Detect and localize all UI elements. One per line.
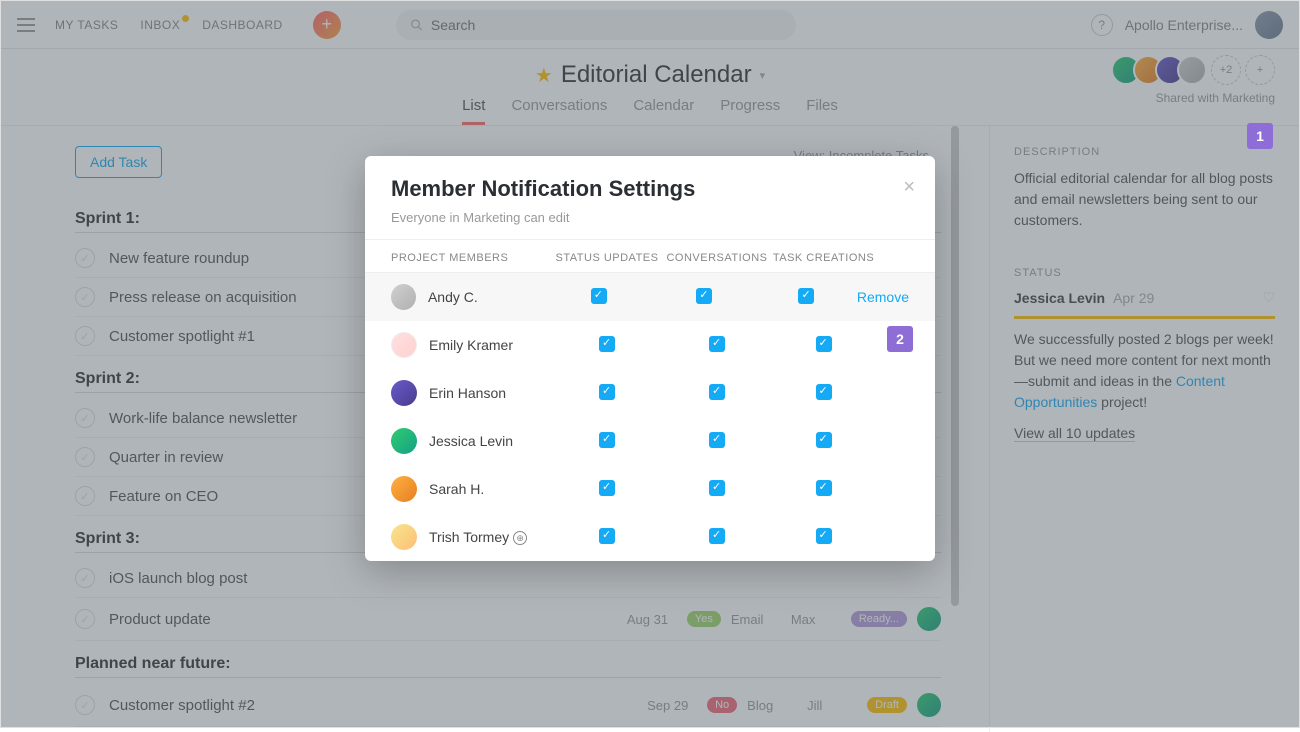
dialog-title: Member Notification Settings <box>391 176 909 202</box>
checkbox-task-creations[interactable] <box>816 384 832 400</box>
checkbox-conversations[interactable] <box>709 432 725 448</box>
checkbox-conversations[interactable] <box>709 480 725 496</box>
checkbox-status[interactable] <box>599 384 615 400</box>
remove-link[interactable]: Remove <box>857 289 909 305</box>
member-avatar <box>391 524 417 550</box>
col-conversations: CONVERSATIONS <box>663 252 771 264</box>
col-members: PROJECT MEMBERS <box>391 252 551 264</box>
col-task-creations: TASK CREATIONS <box>771 252 876 264</box>
checkbox-conversations[interactable] <box>709 528 725 544</box>
member-row: Erin Hanson <box>365 369 935 417</box>
member-avatar <box>391 476 417 502</box>
member-avatar <box>391 428 417 454</box>
member-row: Andy C. Remove <box>365 273 935 321</box>
checkbox-conversations[interactable] <box>709 384 725 400</box>
member-avatar <box>391 380 417 406</box>
member-row: Emily Kramer <box>365 321 935 369</box>
callout-2: 2 <box>887 326 913 352</box>
dialog-subtitle: Everyone in Marketing can edit <box>391 210 909 225</box>
checkbox-status[interactable] <box>599 432 615 448</box>
guest-icon: ⊕ <box>513 531 527 545</box>
member-name: Trish Tormey⊕ <box>429 529 551 545</box>
close-icon[interactable]: × <box>903 176 915 199</box>
checkbox-status[interactable] <box>591 288 607 304</box>
member-row: Jessica Levin <box>365 417 935 465</box>
checkbox-status[interactable] <box>599 480 615 496</box>
member-name: Sarah H. <box>429 481 551 497</box>
checkbox-conversations[interactable] <box>696 288 712 304</box>
checkbox-status[interactable] <box>599 528 615 544</box>
member-name: Erin Hanson <box>429 385 551 401</box>
member-name: Andy C. <box>428 289 545 305</box>
callout-1: 1 <box>1247 123 1273 149</box>
dialog-column-headers: PROJECT MEMBERS STATUS UPDATES CONVERSAT… <box>365 239 935 273</box>
member-name: Jessica Levin <box>429 433 551 449</box>
member-name: Emily Kramer <box>429 337 551 353</box>
checkbox-status[interactable] <box>599 336 615 352</box>
member-row: Trish Tormey⊕ <box>365 513 935 561</box>
checkbox-task-creations[interactable] <box>816 480 832 496</box>
col-status: STATUS UPDATES <box>551 252 663 264</box>
checkbox-task-creations[interactable] <box>816 336 832 352</box>
member-notification-dialog: Member Notification Settings Everyone in… <box>365 156 935 561</box>
checkbox-task-creations[interactable] <box>816 528 832 544</box>
member-avatar <box>391 284 416 310</box>
member-avatar <box>391 332 417 358</box>
checkbox-conversations[interactable] <box>709 336 725 352</box>
checkbox-task-creations[interactable] <box>816 432 832 448</box>
member-row: Sarah H. <box>365 465 935 513</box>
checkbox-task-creations[interactable] <box>798 288 814 304</box>
modal-overlay[interactable]: Member Notification Settings Everyone in… <box>1 1 1299 727</box>
